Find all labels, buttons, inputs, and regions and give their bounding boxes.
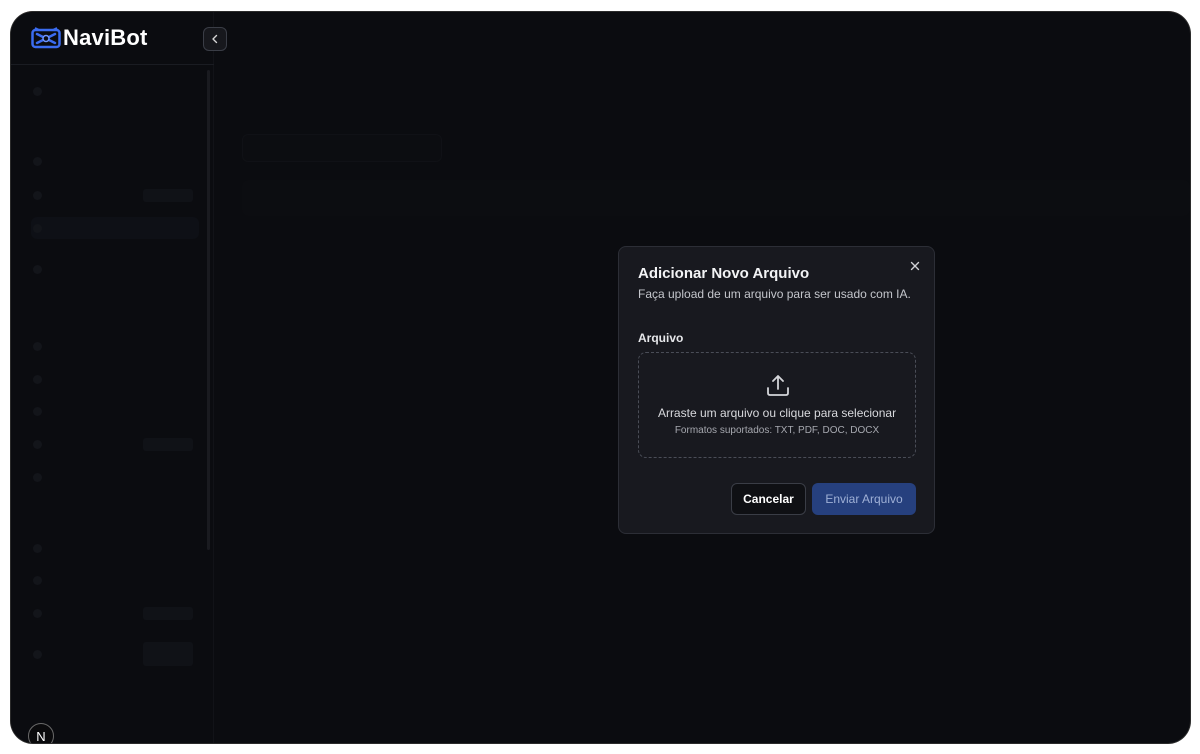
sidebar-item[interactable] <box>33 370 193 388</box>
nav-icon <box>33 472 42 482</box>
badge <box>143 437 193 451</box>
nav-icon <box>33 374 42 384</box>
badge <box>143 606 193 620</box>
sidebar-item[interactable] <box>33 402 193 420</box>
brand-name: NaviBot <box>63 25 148 50</box>
nav-icon <box>33 575 42 585</box>
cancel-button[interactable]: Cancelar <box>731 483 806 515</box>
sidebar-item[interactable] <box>33 724 193 742</box>
dropzone-text: Arraste um arquivo ou clique para seleci… <box>657 406 897 420</box>
sidebar-item[interactable] <box>33 539 193 557</box>
sidebar-item[interactable] <box>33 186 193 204</box>
nav-icon <box>33 649 42 659</box>
sidebar-item[interactable] <box>33 604 193 622</box>
close-button[interactable] <box>910 259 920 273</box>
brand-header: NaviBot <box>11 12 214 65</box>
sidebar-item-active[interactable] <box>31 217 199 239</box>
nav-icon <box>33 223 42 233</box>
user-avatar[interactable]: N <box>28 723 54 743</box>
search-input[interactable] <box>242 134 442 162</box>
sidebar-item[interactable] <box>33 260 193 278</box>
submit-file-button[interactable]: Enviar Arquivo <box>812 483 916 515</box>
badge <box>143 188 193 202</box>
nav-icon <box>33 439 42 449</box>
navibot-logo-icon <box>31 27 61 49</box>
dialog-description: Faça upload de um arquivo para ser usado… <box>638 287 911 301</box>
nav-icon <box>33 406 42 416</box>
file-dropzone[interactable]: Arraste um arquivo ou clique para seleci… <box>638 352 916 458</box>
sidebar-item[interactable] <box>33 642 193 666</box>
nav-icon <box>33 86 42 96</box>
file-field-label: Arquivo <box>638 331 684 345</box>
nav-icon <box>33 190 42 200</box>
nav-icon <box>33 156 42 166</box>
sidebar-item[interactable] <box>33 337 193 355</box>
dialog-title: Adicionar Novo Arquivo <box>638 265 810 282</box>
sidebar-item[interactable] <box>33 468 193 486</box>
nav-icon <box>33 264 42 274</box>
table-header <box>242 180 1190 216</box>
sidebar-scrollbar[interactable] <box>207 70 210 550</box>
nav-icon <box>33 608 42 618</box>
close-icon <box>910 261 920 271</box>
sidebar-item[interactable] <box>33 152 193 170</box>
sidebar-item[interactable] <box>33 435 193 453</box>
badge <box>143 642 193 666</box>
dropzone-formats: Formatos suportados: TXT, PDF, DOC, DOCX <box>674 425 880 436</box>
add-file-dialog: Adicionar Novo Arquivo Faça upload de um… <box>618 246 935 534</box>
app-window: NaviBot N Adicionar Novo Arquivo Faça up… <box>11 12 1190 743</box>
nav-icon <box>33 341 42 351</box>
upload-icon <box>767 375 789 396</box>
nav-icon <box>33 543 42 553</box>
sidebar-item[interactable] <box>33 82 193 100</box>
sidebar-item[interactable] <box>33 571 193 589</box>
sidebar: NaviBot N <box>11 12 214 743</box>
